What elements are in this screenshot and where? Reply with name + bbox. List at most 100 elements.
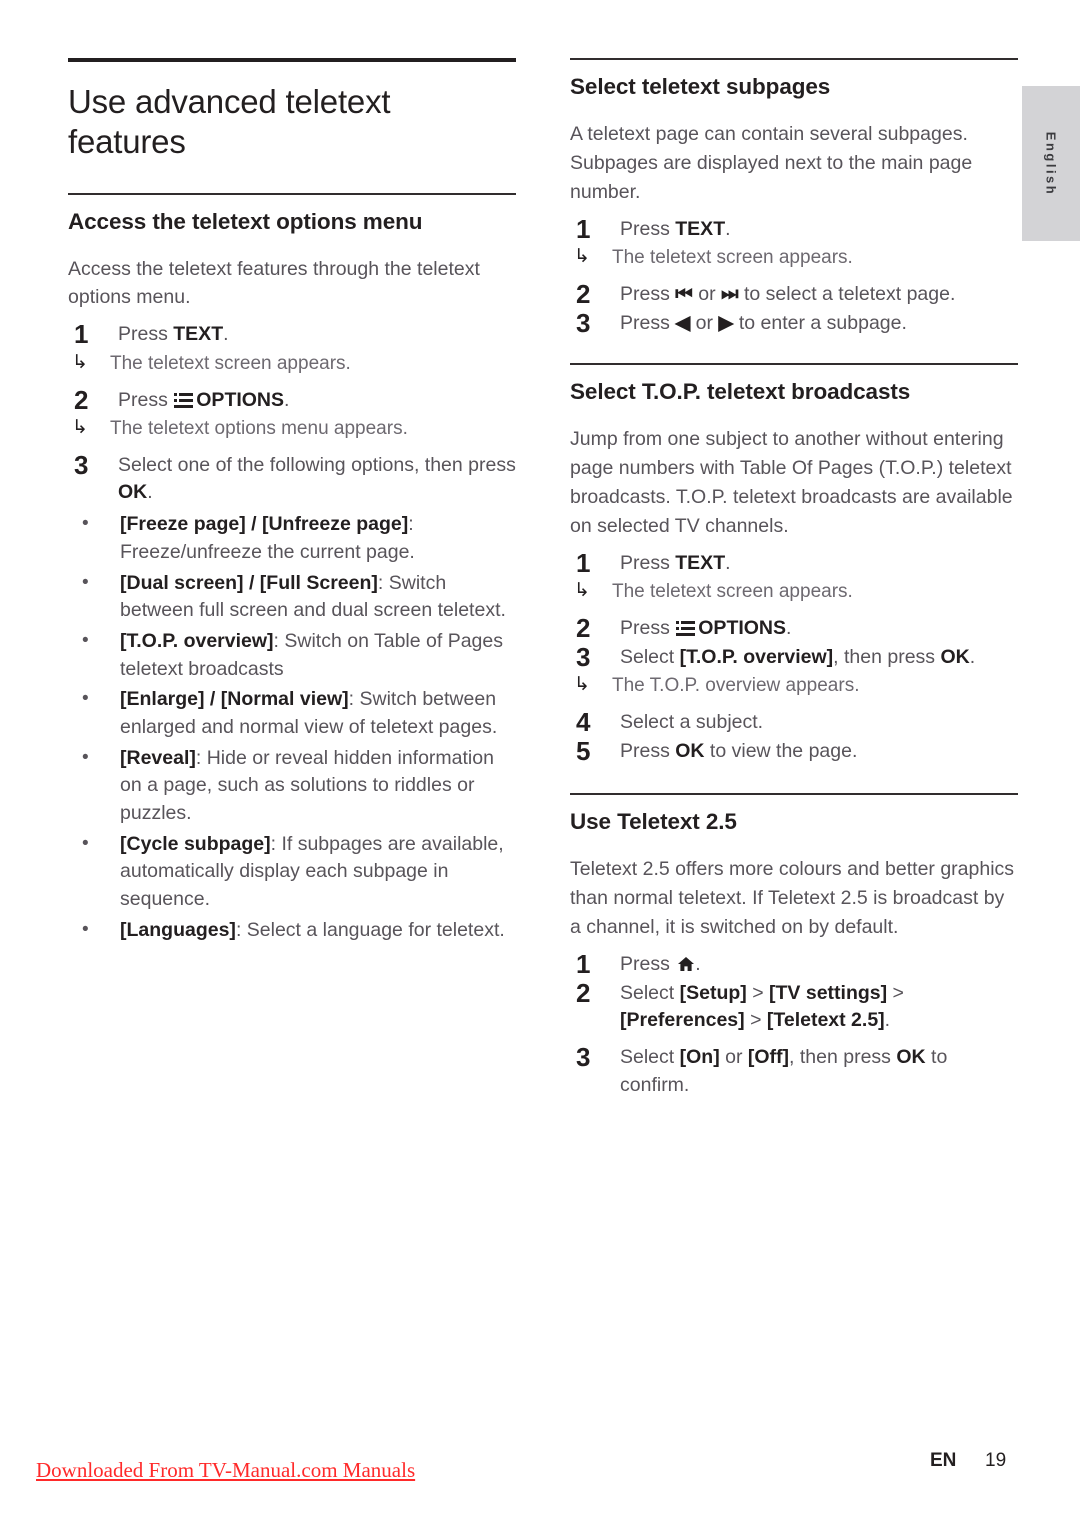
right-column: Select teletext subpages A teletext page… <box>570 58 1018 1099</box>
bullet-label: [Freeze page] / [Unfreeze page] <box>120 513 409 536</box>
step-number: 3 <box>576 307 591 338</box>
step-item: 1 Press TEXT. <box>570 213 1018 244</box>
step-keyword: TEXT <box>675 217 726 240</box>
step-text-before: Press <box>620 739 676 762</box>
step-text-after: to enter a subpage. <box>733 311 907 334</box>
section-heading-teletext25: Use Teletext 2.5 <box>570 809 737 835</box>
section-intro: Jump from one subject to another without… <box>570 428 1013 537</box>
step-number: 1 <box>74 319 89 350</box>
arrow-left-icon: ◀ <box>675 311 691 334</box>
step-number: 1 <box>576 213 591 244</box>
step-keyword: TEXT <box>675 551 726 574</box>
step-text-after: to view the page. <box>704 739 858 762</box>
section-rule <box>68 192 516 195</box>
bullet-desc: : Select a language for teletext. <box>235 918 505 941</box>
language-tab: English <box>1022 86 1080 241</box>
bullet-label: [Cycle subpage] <box>120 832 271 855</box>
list-item: • [Reveal]: Hide or reveal hidden inform… <box>68 745 516 828</box>
options-bullet-list: • [Freeze page] / [Unfreeze page]: Freez… <box>68 511 516 944</box>
list-item: • [Languages]: Select a language for tel… <box>68 917 516 945</box>
step-result: ↳ The T.O.P. overview appears. <box>570 673 1018 700</box>
result-text: The teletext screen appears. <box>612 581 853 603</box>
arrow-right-icon: ▶ <box>718 311 734 334</box>
result-arrow-icon: ↳ <box>574 246 590 268</box>
step-item: 2 Press ⏮ or ⏭ to select a teletext page… <box>570 278 1018 309</box>
list-item: • [Cycle subpage]: If subpages are avail… <box>68 831 516 914</box>
step-text-before: Select a subject. <box>620 710 764 733</box>
step-keyword: [Setup] <box>679 981 747 1004</box>
bullet-label: [Enlarge] / [Normal view] <box>120 688 349 711</box>
step-result: ↳ The teletext options menu appears. <box>68 416 516 443</box>
step-number: 2 <box>576 278 591 309</box>
section-rule <box>570 363 1018 366</box>
step-text-after2: , then press <box>789 1045 897 1068</box>
step-text-mid: , then press <box>833 645 941 668</box>
section-heading-subpages: Select teletext subpages <box>570 74 831 99</box>
list-item: • [T.O.P. overview]: Switch on Table of … <box>68 628 516 683</box>
step-text-after: . <box>725 217 731 240</box>
step-keyword-b: OK <box>940 645 970 668</box>
step-text-after: . <box>884 1009 891 1032</box>
step-number: 3 <box>576 1041 591 1072</box>
step-item: 3 Select one of the following options, t… <box>68 449 516 507</box>
options-list-icon <box>676 620 696 636</box>
step-text-mid: or <box>690 311 719 334</box>
result-text: The teletext screen appears. <box>612 247 853 269</box>
step-keyword-d: [Teletext 2.5] <box>766 1009 885 1032</box>
result-text: The teletext options menu appears. <box>110 418 408 440</box>
step-text-after: . <box>695 952 701 975</box>
step-text-before: Select one of the following options, the… <box>118 453 516 476</box>
step-sep-2: > <box>887 981 904 1004</box>
list-item: • [Freeze page] / [Unfreeze page]: Freez… <box>68 511 516 566</box>
step-text-after: . <box>147 481 153 504</box>
result-text: The T.O.P. overview appears. <box>612 675 860 697</box>
step-number: 5 <box>576 735 591 766</box>
next-track-icon: ⏭ <box>721 282 739 305</box>
step-text-mid: or <box>692 282 722 305</box>
step-item: 1 Press TEXT. <box>570 547 1018 578</box>
step-item: 1 Press . <box>570 948 1018 979</box>
bullet-label: [Languages] <box>120 918 236 941</box>
bullet-label: [T.O.P. overview] <box>120 629 274 652</box>
bullet-label: [Reveal] <box>120 746 196 769</box>
step-number: 1 <box>576 547 591 578</box>
step-keyword: [T.O.P. overview] <box>679 645 834 668</box>
home-icon <box>677 953 695 971</box>
step-number: 2 <box>74 384 89 415</box>
step-item: 3 Select [On] or [Off], then press OK to… <box>570 1041 1018 1099</box>
step-keyword-b: [Off] <box>747 1045 790 1068</box>
step-result: ↳ The teletext screen appears. <box>570 245 1018 272</box>
section-rule <box>570 58 1018 60</box>
result-arrow-icon: ↳ <box>574 580 590 602</box>
result-arrow-icon: ↳ <box>72 417 88 439</box>
step-text-after: . <box>969 645 976 668</box>
step-item: 2 Press OPTIONS. <box>570 613 1018 643</box>
step-sep-1: > <box>746 981 770 1004</box>
step-item: 2 Press OPTIONS. <box>68 384 516 415</box>
step-text-before: Press <box>620 616 676 639</box>
step-text-after: . <box>786 616 792 639</box>
step-number: 1 <box>576 948 591 979</box>
step-keyword-c: OK <box>896 1045 926 1068</box>
manual-page: English Use advanced teletext features A… <box>0 0 1080 1526</box>
step-text-after: . <box>223 323 229 346</box>
step-text-after: to select a teletext page. <box>738 282 956 305</box>
step-text-before: Press <box>620 952 676 975</box>
download-watermark[interactable]: Downloaded From TV-Manual.com Manuals <box>36 1458 415 1483</box>
step-keyword: OPTIONS <box>698 616 787 639</box>
step-text-after: . <box>725 551 731 574</box>
step-text-before: Select <box>620 981 680 1004</box>
bullet-dot-icon: • <box>82 746 89 768</box>
step-text-after: . <box>284 388 290 411</box>
bullet-label: [Dual screen] / [Full Screen] <box>120 571 378 594</box>
section-heading-options-menu: Access the teletext options menu <box>68 208 423 234</box>
step-number: 3 <box>74 449 89 480</box>
list-item: • [Dual screen] / [Full Screen]: Switch … <box>68 570 516 625</box>
footer-page-number: 19 <box>985 1450 1007 1471</box>
bullet-dot-icon: • <box>82 688 89 710</box>
prev-track-icon: ⏮ <box>675 282 693 305</box>
step-text-before: Press <box>620 217 676 240</box>
section-intro: Teletext 2.5 offers more colours and bet… <box>570 858 1015 939</box>
step-item: 3 Press ◀ or ▶ to enter a subpage. <box>570 307 1018 338</box>
step-item: 5 Press OK to view the page. <box>570 735 1018 766</box>
